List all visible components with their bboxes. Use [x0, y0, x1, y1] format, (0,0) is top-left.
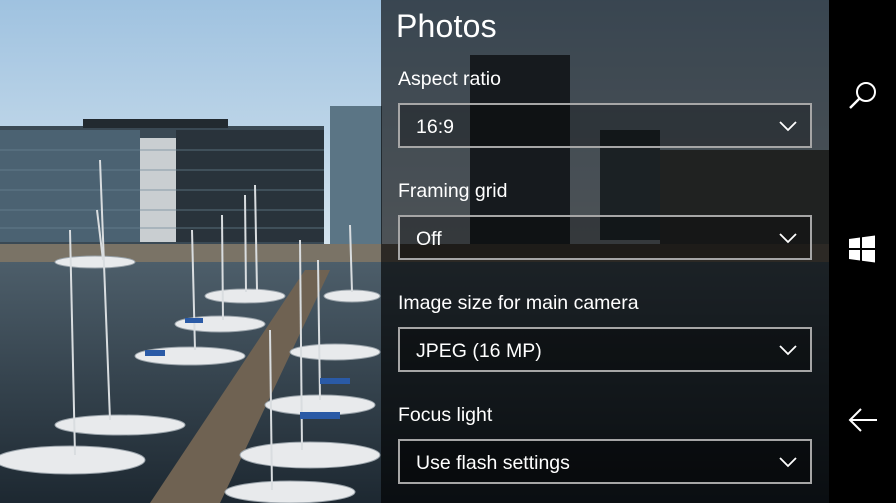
framing-grid-dropdown[interactable]: Off	[398, 215, 812, 260]
chevron-down-icon	[779, 457, 797, 468]
chevron-down-icon	[779, 233, 797, 244]
back-arrow-icon	[848, 408, 877, 432]
focus-light-dropdown[interactable]: Use flash settings	[398, 439, 812, 484]
start-button[interactable]	[829, 222, 896, 278]
framing-grid-value: Off	[416, 228, 442, 250]
aspect-ratio-dropdown[interactable]: 16:9	[398, 103, 812, 148]
aspect-ratio-label: Aspect ratio	[398, 68, 501, 90]
navigation-rail	[829, 0, 896, 503]
focus-light-value: Use flash settings	[416, 452, 570, 474]
focus-light-label: Focus light	[398, 404, 493, 426]
photos-settings-panel: Photos Aspect ratio 16:9 Framing grid Of…	[381, 0, 829, 503]
panel-title: Photos	[396, 8, 497, 44]
image-size-value: JPEG (16 MP)	[416, 340, 542, 362]
image-size-dropdown[interactable]: JPEG (16 MP)	[398, 327, 812, 372]
aspect-ratio-value: 16:9	[416, 116, 454, 138]
search-icon	[849, 82, 876, 109]
chevron-down-icon	[779, 121, 797, 132]
windows-icon	[849, 235, 875, 263]
framing-grid-label: Framing grid	[398, 180, 508, 202]
search-button[interactable]	[829, 68, 896, 124]
back-button[interactable]	[829, 392, 896, 448]
image-size-label: Image size for main camera	[398, 292, 639, 314]
chevron-down-icon	[779, 345, 797, 356]
